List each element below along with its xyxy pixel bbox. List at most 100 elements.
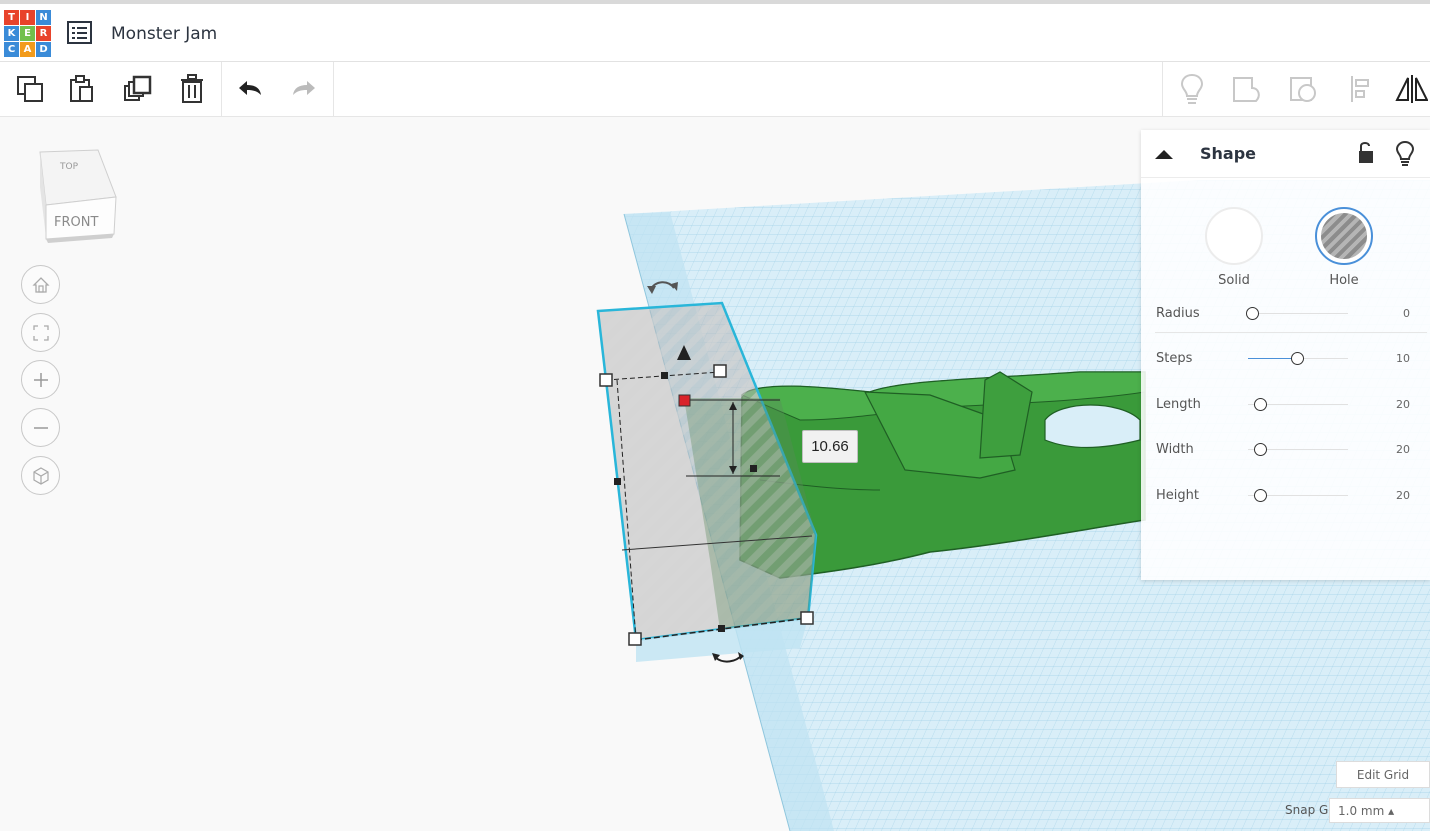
lightbulb-icon xyxy=(1180,73,1204,104)
param-label: Length xyxy=(1156,397,1201,412)
hide-shape-button[interactable] xyxy=(1394,139,1416,171)
solid-option[interactable] xyxy=(1205,207,1263,265)
minus-icon xyxy=(33,426,48,429)
param-value[interactable]: 10 xyxy=(1396,352,1410,365)
unlock-icon xyxy=(1359,142,1373,163)
cube-front-label: FRONT xyxy=(54,215,98,230)
toolbar-separator xyxy=(1162,62,1163,117)
fit-view-button[interactable] xyxy=(21,313,60,352)
corner-handle xyxy=(713,364,727,378)
param-value[interactable]: 20 xyxy=(1396,398,1410,411)
param-row-steps: Steps 10 xyxy=(1156,347,1426,371)
solid-label: Solid xyxy=(1218,273,1250,288)
perspective-button[interactable] xyxy=(21,456,60,495)
param-row-radius: Radius 0 xyxy=(1156,302,1426,326)
logo-letter: T xyxy=(4,10,19,25)
tinkercad-logo[interactable]: TIN KER CAD xyxy=(4,10,52,58)
slider-thumb[interactable] xyxy=(1246,307,1259,320)
undo-button[interactable] xyxy=(233,72,267,106)
copy-button[interactable] xyxy=(13,72,47,106)
hole-option[interactable] xyxy=(1315,207,1373,265)
zoom-out-button[interactable] xyxy=(21,408,60,447)
copy-icon xyxy=(17,76,43,102)
lightbulb-icon xyxy=(1395,140,1415,166)
lock-button[interactable] xyxy=(1355,139,1377,171)
edit-grid-button[interactable]: Edit Grid xyxy=(1336,761,1430,788)
home-view-button[interactable] xyxy=(21,265,60,304)
tinkercad-editor: TIN KER CAD Monster Jam TOP FRONT 10.66 Sh… xyxy=(0,0,1430,831)
caret-up-icon xyxy=(1155,150,1173,159)
paste-button[interactable] xyxy=(65,72,99,106)
logo-letter: D xyxy=(36,42,51,57)
param-label: Steps xyxy=(1156,351,1193,366)
ungroup-icon xyxy=(1290,77,1316,102)
param-value[interactable]: 20 xyxy=(1396,443,1410,456)
delete-icon xyxy=(181,74,203,103)
design-title[interactable]: Monster Jam xyxy=(111,24,217,44)
logo-letter: K xyxy=(4,26,19,41)
param-label: Height xyxy=(1156,488,1199,503)
corner-handle xyxy=(800,611,814,625)
ungroup-button[interactable] xyxy=(1287,72,1321,106)
toolbar-separator xyxy=(221,62,222,117)
undo-icon xyxy=(239,81,261,95)
redo-button[interactable] xyxy=(287,72,321,106)
param-row-length: Length 20 xyxy=(1156,393,1426,417)
slider-thumb[interactable] xyxy=(1254,443,1267,456)
param-label: Radius xyxy=(1156,306,1200,321)
logo-letter: I xyxy=(20,10,35,25)
slider-thumb[interactable] xyxy=(1291,352,1304,365)
shape-panel-header: Shape xyxy=(1141,130,1430,178)
param-row-width: Width 20 xyxy=(1156,438,1426,462)
logo-letter: E xyxy=(20,26,35,41)
divider xyxy=(1155,332,1427,333)
slider-track[interactable] xyxy=(1248,313,1348,314)
design-list-button[interactable] xyxy=(66,20,94,46)
duplicate-icon xyxy=(124,75,152,101)
logo-letter: A xyxy=(20,42,35,57)
cube-top-label: TOP xyxy=(59,162,79,172)
hole-label: Hole xyxy=(1329,273,1359,288)
zoom-in-button[interactable] xyxy=(21,360,60,399)
group-icon xyxy=(1233,77,1260,102)
toolbar-separator xyxy=(333,62,334,117)
mirror-icon xyxy=(1395,75,1428,103)
param-row-height: Height 20 xyxy=(1156,484,1426,508)
logo-letter: R xyxy=(36,26,51,41)
param-value[interactable]: 0 xyxy=(1403,307,1410,320)
edit-toolbar xyxy=(0,62,1430,117)
shape-panel-title: Shape xyxy=(1200,144,1257,163)
height-handle-active xyxy=(678,394,691,407)
slider-thumb[interactable] xyxy=(1254,398,1267,411)
list-icon xyxy=(67,21,92,44)
param-label: Width xyxy=(1156,442,1194,457)
logo-letter: N xyxy=(36,10,51,25)
delete-button[interactable] xyxy=(176,72,210,106)
fit-view-icon xyxy=(32,324,49,341)
rotate-handle xyxy=(715,654,743,663)
corner-handle xyxy=(599,373,613,387)
shape-inspector: Shape Solid Hole Radius 0 Steps 10 Length 20 W… xyxy=(1141,130,1430,580)
plus-icon xyxy=(33,372,48,387)
dimension-input[interactable]: 10.66 xyxy=(802,430,858,463)
mirror-button[interactable] xyxy=(1394,72,1428,106)
duplicate-button[interactable] xyxy=(121,72,155,106)
3d-viewport[interactable]: TOP FRONT 10.66 Shape Solid Hole Radius … xyxy=(0,117,1430,831)
redo-icon xyxy=(293,81,315,95)
view-cube[interactable]: TOP FRONT xyxy=(36,147,120,247)
paste-icon xyxy=(70,75,93,102)
corner-handle xyxy=(628,632,642,646)
logo-letter: C xyxy=(4,42,19,57)
home-icon xyxy=(31,276,50,293)
collapse-button[interactable] xyxy=(1153,146,1175,165)
align-button[interactable] xyxy=(1344,72,1378,106)
top-bar: TIN KER CAD Monster Jam xyxy=(0,0,1430,62)
group-button[interactable] xyxy=(1230,72,1264,106)
cube-icon xyxy=(32,466,49,485)
align-icon xyxy=(1351,76,1369,102)
show-hints-button[interactable] xyxy=(1175,72,1209,106)
slider-fill xyxy=(1248,358,1291,359)
snap-grid-select[interactable]: 1.0 mm ▴ xyxy=(1329,798,1430,823)
param-value[interactable]: 20 xyxy=(1396,489,1410,502)
slider-thumb[interactable] xyxy=(1254,489,1267,502)
